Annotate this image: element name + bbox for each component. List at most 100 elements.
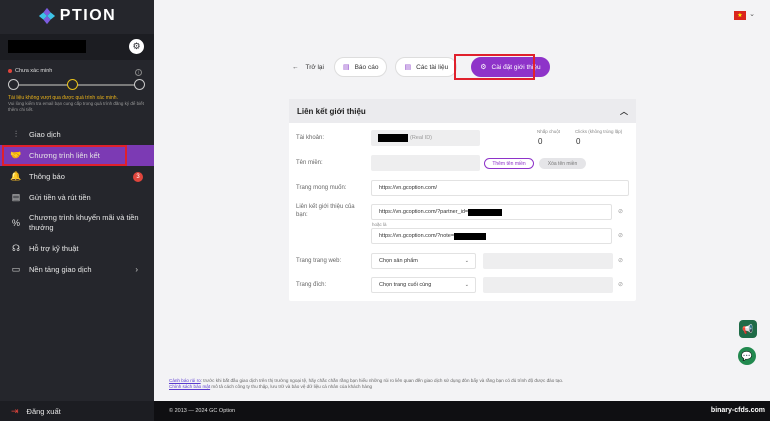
unique-clicks-label: Clicks (không trùng lặp) — [575, 129, 623, 134]
handshake-icon: 🤝 — [10, 150, 22, 160]
web-page-output — [483, 253, 613, 269]
logo-text: PTION — [59, 7, 117, 24]
sidebar-item-label: Nền tảng giao dịch — [29, 265, 92, 274]
chat-icon[interactable]: 💬 — [738, 347, 756, 365]
user-bar[interactable]: ⚙ — [0, 34, 154, 60]
account-suffix: (Real ID) — [410, 135, 433, 141]
sidebar-item-label: Giao dịch — [29, 130, 61, 139]
unique-clicks-value: 0 — [576, 137, 581, 146]
copyright: © 2013 — 2024 GC Option — [169, 408, 236, 414]
referral-link-1-text: https://vn.gcoption.com/?partner_id= — [379, 209, 469, 215]
web-page-label: Trang trang web: — [296, 258, 342, 264]
copy-link-icon[interactable]: ⊘ — [618, 257, 623, 264]
back-label: Trở lại — [305, 63, 324, 71]
sidebar-nav: ⫶ Giao dịch 🤝 Chương trình liên kết 🔔 Th… — [0, 124, 154, 280]
sidebar: PTION ⚙ Chưa xác minh i Tài liệu không v… — [0, 0, 154, 421]
headset-icon: ☊ — [12, 243, 20, 253]
logo[interactable]: PTION — [0, 0, 154, 32]
or-label: hoặc là — [372, 222, 387, 227]
domain-label: Tên miền: — [296, 160, 323, 166]
redacted-account-id — [378, 134, 408, 142]
gear-icon: ⚙ — [480, 64, 487, 71]
watermark: binary-cfds.com — [710, 407, 765, 414]
logout-button[interactable]: ⇥ Đăng xuất — [0, 401, 154, 421]
sidebar-item-label: Thông báo — [29, 172, 65, 181]
panel-title: Liên kết giới thiệu — [297, 106, 366, 116]
sidebar-item-platforms[interactable]: ▭ Nền tảng giao dịch › — [0, 259, 154, 280]
progress-step-1 — [8, 79, 19, 90]
percent-icon: % — [11, 218, 20, 228]
verification-status: Chưa xác minh — [8, 68, 146, 74]
chevron-down-icon: ⌄ — [464, 258, 469, 264]
copy-link-icon[interactable]: ⊘ — [618, 208, 623, 215]
sidebar-item-label: Gửi tiền và rút tiền — [29, 193, 91, 202]
announcement-icon[interactable]: 📢 — [739, 320, 757, 338]
clicks-value: 0 — [538, 137, 543, 146]
report-label: Báo cáo — [354, 63, 379, 71]
redacted-username — [8, 40, 86, 53]
top-bar: ★ ⌄ — [154, 0, 770, 32]
copy-link-icon[interactable]: ⊘ — [618, 281, 623, 288]
verification-help: Vui lòng kiểm tra email bạn cung cấp tro… — [8, 101, 144, 112]
redacted-partner-id — [468, 208, 503, 216]
sidebar-item-notifications[interactable]: 🔔 Thông báo 3 — [0, 166, 154, 187]
document-icon: ▤ — [342, 64, 350, 71]
delete-domain-button[interactable]: Xóa tên miền — [539, 158, 586, 169]
referral-link-panel: Liên kết giới thiệu ︿ Tài khoản: (Real I… — [289, 99, 636, 301]
privacy-policy-text: mô tả cách công ty thu thập, lưu trữ và … — [210, 384, 373, 390]
chevron-up-icon[interactable]: ︿ — [620, 106, 628, 117]
progress-step-2 — [67, 79, 78, 90]
notification-badge: 3 — [133, 172, 143, 182]
sidebar-item-label: Chương trình khuyến mãi và tiền thưởng — [29, 213, 139, 232]
account-field: (Real ID) — [371, 130, 480, 146]
sidebar-item-support[interactable]: ☊ Hỗ trợ kỹ thuật — [0, 238, 154, 259]
verification-status-label: Chưa xác minh — [15, 68, 53, 74]
chevron-down-icon[interactable]: ⌄ — [749, 10, 755, 18]
referral-settings-button[interactable]: ⚙ Cài đặt giới thiệu — [471, 57, 550, 77]
sidebar-item-promotions[interactable]: % Chương trình khuyến mãi và tiền thưởng — [0, 208, 154, 238]
redacted-note-id — [454, 232, 487, 240]
target-page-output — [483, 277, 613, 293]
product-select[interactable]: Chọn sản phẩm ⌄ — [371, 253, 476, 269]
referral-settings-label: Cài đặt giới thiệu — [491, 63, 541, 71]
documents-label: Các tài liệu — [416, 63, 449, 71]
referral-link-2[interactable]: https://vn.gcoption.com/?note= — [371, 228, 612, 244]
target-page-select[interactable]: Chọn trang cuối cùng ⌄ — [371, 277, 476, 293]
risk-warning-text: : trước khi bắt đầu giao dịch trên thị t… — [200, 378, 564, 383]
chevron-right-icon: › — [135, 265, 138, 274]
info-icon[interactable]: i — [135, 69, 142, 76]
domain-field[interactable] — [371, 155, 480, 171]
logo-icon — [38, 7, 55, 25]
copy-link-icon[interactable]: ⊘ — [618, 232, 623, 239]
trading-icon: ⫶ — [14, 129, 18, 139]
verification-panel: Chưa xác minh i Tài liệu không vượt qua … — [0, 64, 154, 124]
sidebar-item-affiliate[interactable]: 🤝 Chương trình liên kết — [0, 145, 154, 166]
referral-link-2-text: https://vn.gcoption.com/?note= — [379, 233, 455, 239]
privacy-policy-link[interactable]: Chính sách bảo mật — [169, 384, 210, 389]
bell-icon: 🔔 — [10, 171, 22, 181]
disclaimer: Cảnh báo rủi ro: trước khi bắt đầu giao … — [169, 378, 639, 390]
back-button[interactable]: ← Trở lại — [292, 64, 324, 71]
arrow-left-icon: ← — [292, 63, 299, 71]
referral-link-label: Liên kết giới thiệu của bạn: — [296, 204, 355, 218]
documents-button[interactable]: ▤ Các tài liệu — [395, 57, 458, 77]
sidebar-item-deposit-withdraw[interactable]: ▤ Gửi tiền và rút tiền — [0, 187, 154, 208]
progress-step-3 — [134, 79, 145, 90]
add-domain-button[interactable]: Thêm tên miền — [484, 158, 534, 169]
desired-page-input[interactable]: https://vn.gcoption.com/ — [371, 180, 629, 196]
user-settings-icon[interactable]: ⚙ — [129, 39, 144, 54]
sidebar-item-label: Chương trình liên kết — [29, 151, 100, 160]
wallet-icon: ▤ — [11, 192, 21, 202]
panel-header[interactable]: Liên kết giới thiệu ︿ — [289, 99, 636, 123]
account-label: Tài khoản: — [296, 135, 325, 141]
verification-progress — [8, 78, 146, 92]
referral-link-1[interactable]: https://vn.gcoption.com/?partner_id= — [371, 204, 612, 220]
logout-label: Đăng xuất — [26, 406, 61, 416]
report-button[interactable]: ▤ Báo cáo — [333, 57, 388, 77]
logout-icon: ⇥ — [11, 405, 19, 416]
sidebar-item-trading[interactable]: ⫶ Giao dịch — [0, 124, 154, 145]
footer: © 2013 — 2024 GC Option binary-cfds.com — [154, 401, 770, 421]
risk-warning-link[interactable]: Cảnh báo rủi ro — [169, 378, 201, 383]
chevron-down-icon: ⌄ — [464, 282, 469, 288]
vietnam-flag-icon[interactable]: ★ — [734, 11, 746, 20]
